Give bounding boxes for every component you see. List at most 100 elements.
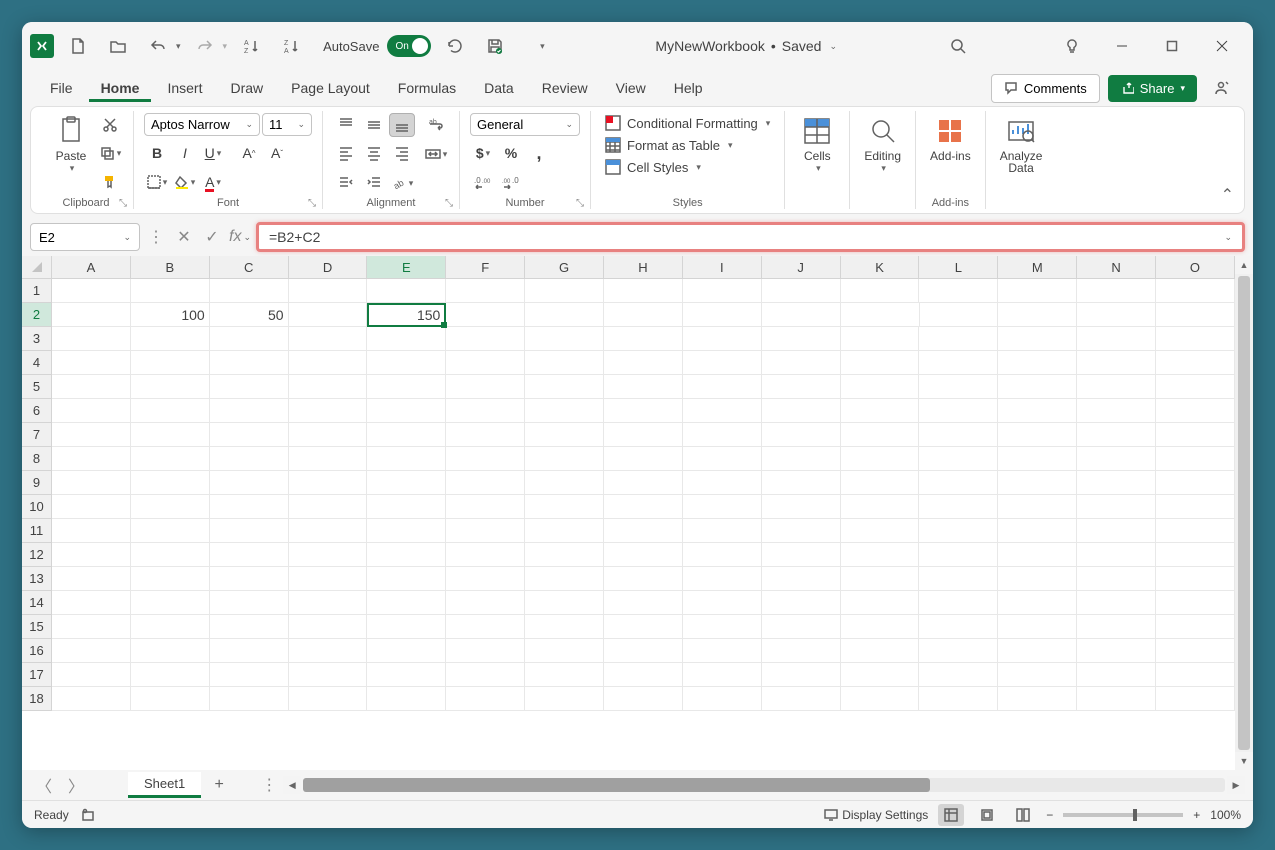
italic-button[interactable]: I: [172, 141, 198, 165]
cell-I4[interactable]: [683, 351, 762, 375]
cell-G2[interactable]: [525, 303, 604, 327]
column-header[interactable]: A: [52, 256, 131, 279]
cell-J15[interactable]: [762, 615, 841, 639]
cell-C10[interactable]: [210, 495, 289, 519]
cell-C17[interactable]: [210, 663, 289, 687]
cell-M6[interactable]: [998, 399, 1077, 423]
cell-K4[interactable]: [841, 351, 920, 375]
cell-D7[interactable]: [289, 423, 368, 447]
cell-O14[interactable]: [1156, 591, 1235, 615]
cell-H14[interactable]: [604, 591, 683, 615]
cell-I2[interactable]: [683, 303, 762, 327]
cell-F2[interactable]: [446, 303, 525, 327]
cell-G6[interactable]: [525, 399, 604, 423]
cell-H9[interactable]: [604, 471, 683, 495]
cell-F7[interactable]: [446, 423, 525, 447]
cell-L6[interactable]: [919, 399, 998, 423]
cell-N13[interactable]: [1077, 567, 1156, 591]
cell-C5[interactable]: [210, 375, 289, 399]
cell-G11[interactable]: [525, 519, 604, 543]
comments-button[interactable]: Comments: [991, 74, 1100, 103]
tab-file[interactable]: File: [38, 74, 85, 102]
increase-indent-icon[interactable]: [361, 171, 387, 195]
cell-L10[interactable]: [919, 495, 998, 519]
cell-I15[interactable]: [683, 615, 762, 639]
font-color-icon[interactable]: A▾: [200, 170, 226, 194]
cell-F3[interactable]: [446, 327, 525, 351]
cell-G10[interactable]: [525, 495, 604, 519]
editing-button[interactable]: Editing ▾: [860, 113, 905, 176]
cell-L7[interactable]: [919, 423, 998, 447]
cell-I7[interactable]: [683, 423, 762, 447]
chevron-down-icon[interactable]: ⌄: [1224, 232, 1232, 243]
cell-J18[interactable]: [762, 687, 841, 711]
copy-icon[interactable]: ▾: [97, 141, 123, 165]
cell-C6[interactable]: [210, 399, 289, 423]
select-all-corner[interactable]: [22, 256, 52, 279]
cell-N1[interactable]: [1077, 279, 1156, 303]
cell-J6[interactable]: [762, 399, 841, 423]
cell-M17[interactable]: [998, 663, 1077, 687]
cell-H7[interactable]: [604, 423, 683, 447]
percent-icon[interactable]: %: [498, 141, 524, 165]
cell-A10[interactable]: [52, 495, 131, 519]
column-header[interactable]: H: [604, 256, 683, 279]
analyze-data-button[interactable]: Analyze Data: [996, 113, 1047, 177]
comma-icon[interactable]: ,: [526, 141, 552, 165]
cell-C9[interactable]: [210, 471, 289, 495]
tab-home[interactable]: Home: [89, 74, 152, 102]
cell-M18[interactable]: [998, 687, 1077, 711]
cell-I1[interactable]: [683, 279, 762, 303]
row-header[interactable]: 9: [22, 471, 52, 495]
row-header[interactable]: 7: [22, 423, 52, 447]
cell-A2[interactable]: [52, 303, 131, 327]
tab-draw[interactable]: Draw: [218, 74, 275, 102]
grow-font-icon[interactable]: A^: [236, 141, 262, 165]
row-header[interactable]: 17: [22, 663, 52, 687]
cell-G12[interactable]: [525, 543, 604, 567]
cell-H12[interactable]: [604, 543, 683, 567]
cell-J7[interactable]: [762, 423, 841, 447]
cell-A9[interactable]: [52, 471, 131, 495]
cell-H11[interactable]: [604, 519, 683, 543]
cell-H18[interactable]: [604, 687, 683, 711]
align-middle-icon[interactable]: [361, 113, 387, 137]
cell-D4[interactable]: [289, 351, 368, 375]
column-header[interactable]: K: [841, 256, 920, 279]
cell-L17[interactable]: [919, 663, 998, 687]
cell-C8[interactable]: [210, 447, 289, 471]
cell-N3[interactable]: [1077, 327, 1156, 351]
dialog-launcher-icon[interactable]: ⤡: [308, 198, 316, 209]
cell-I11[interactable]: [683, 519, 762, 543]
cell-M10[interactable]: [998, 495, 1077, 519]
cell-J16[interactable]: [762, 639, 841, 663]
present-icon[interactable]: [1205, 72, 1237, 104]
cell-H5[interactable]: [604, 375, 683, 399]
cell-O4[interactable]: [1156, 351, 1235, 375]
macro-record-icon[interactable]: [81, 808, 95, 822]
cell-J9[interactable]: [762, 471, 841, 495]
dialog-launcher-icon[interactable]: ⤡: [119, 198, 127, 209]
tab-review[interactable]: Review: [530, 74, 600, 102]
cell-D14[interactable]: [289, 591, 368, 615]
cell-B6[interactable]: [131, 399, 210, 423]
redo-button[interactable]: [189, 30, 221, 62]
autosave-toggle[interactable]: On: [387, 35, 431, 57]
add-sheet-button[interactable]: +: [205, 773, 233, 797]
page-layout-view-icon[interactable]: [974, 804, 1000, 826]
cell-G8[interactable]: [525, 447, 604, 471]
vertical-scrollbar[interactable]: ▲ ▼: [1235, 256, 1253, 770]
cell-E1[interactable]: [367, 279, 446, 303]
cell-N6[interactable]: [1077, 399, 1156, 423]
increase-decimal-icon[interactable]: .0.00: [470, 170, 496, 194]
cell-H4[interactable]: [604, 351, 683, 375]
cell-O12[interactable]: [1156, 543, 1235, 567]
row-header[interactable]: 16: [22, 639, 52, 663]
normal-view-icon[interactable]: [938, 804, 964, 826]
cell-C14[interactable]: [210, 591, 289, 615]
cell-I9[interactable]: [683, 471, 762, 495]
cell-H15[interactable]: [604, 615, 683, 639]
format-painter-icon[interactable]: [97, 169, 123, 193]
column-header[interactable]: O: [1156, 256, 1235, 279]
cell-F9[interactable]: [446, 471, 525, 495]
